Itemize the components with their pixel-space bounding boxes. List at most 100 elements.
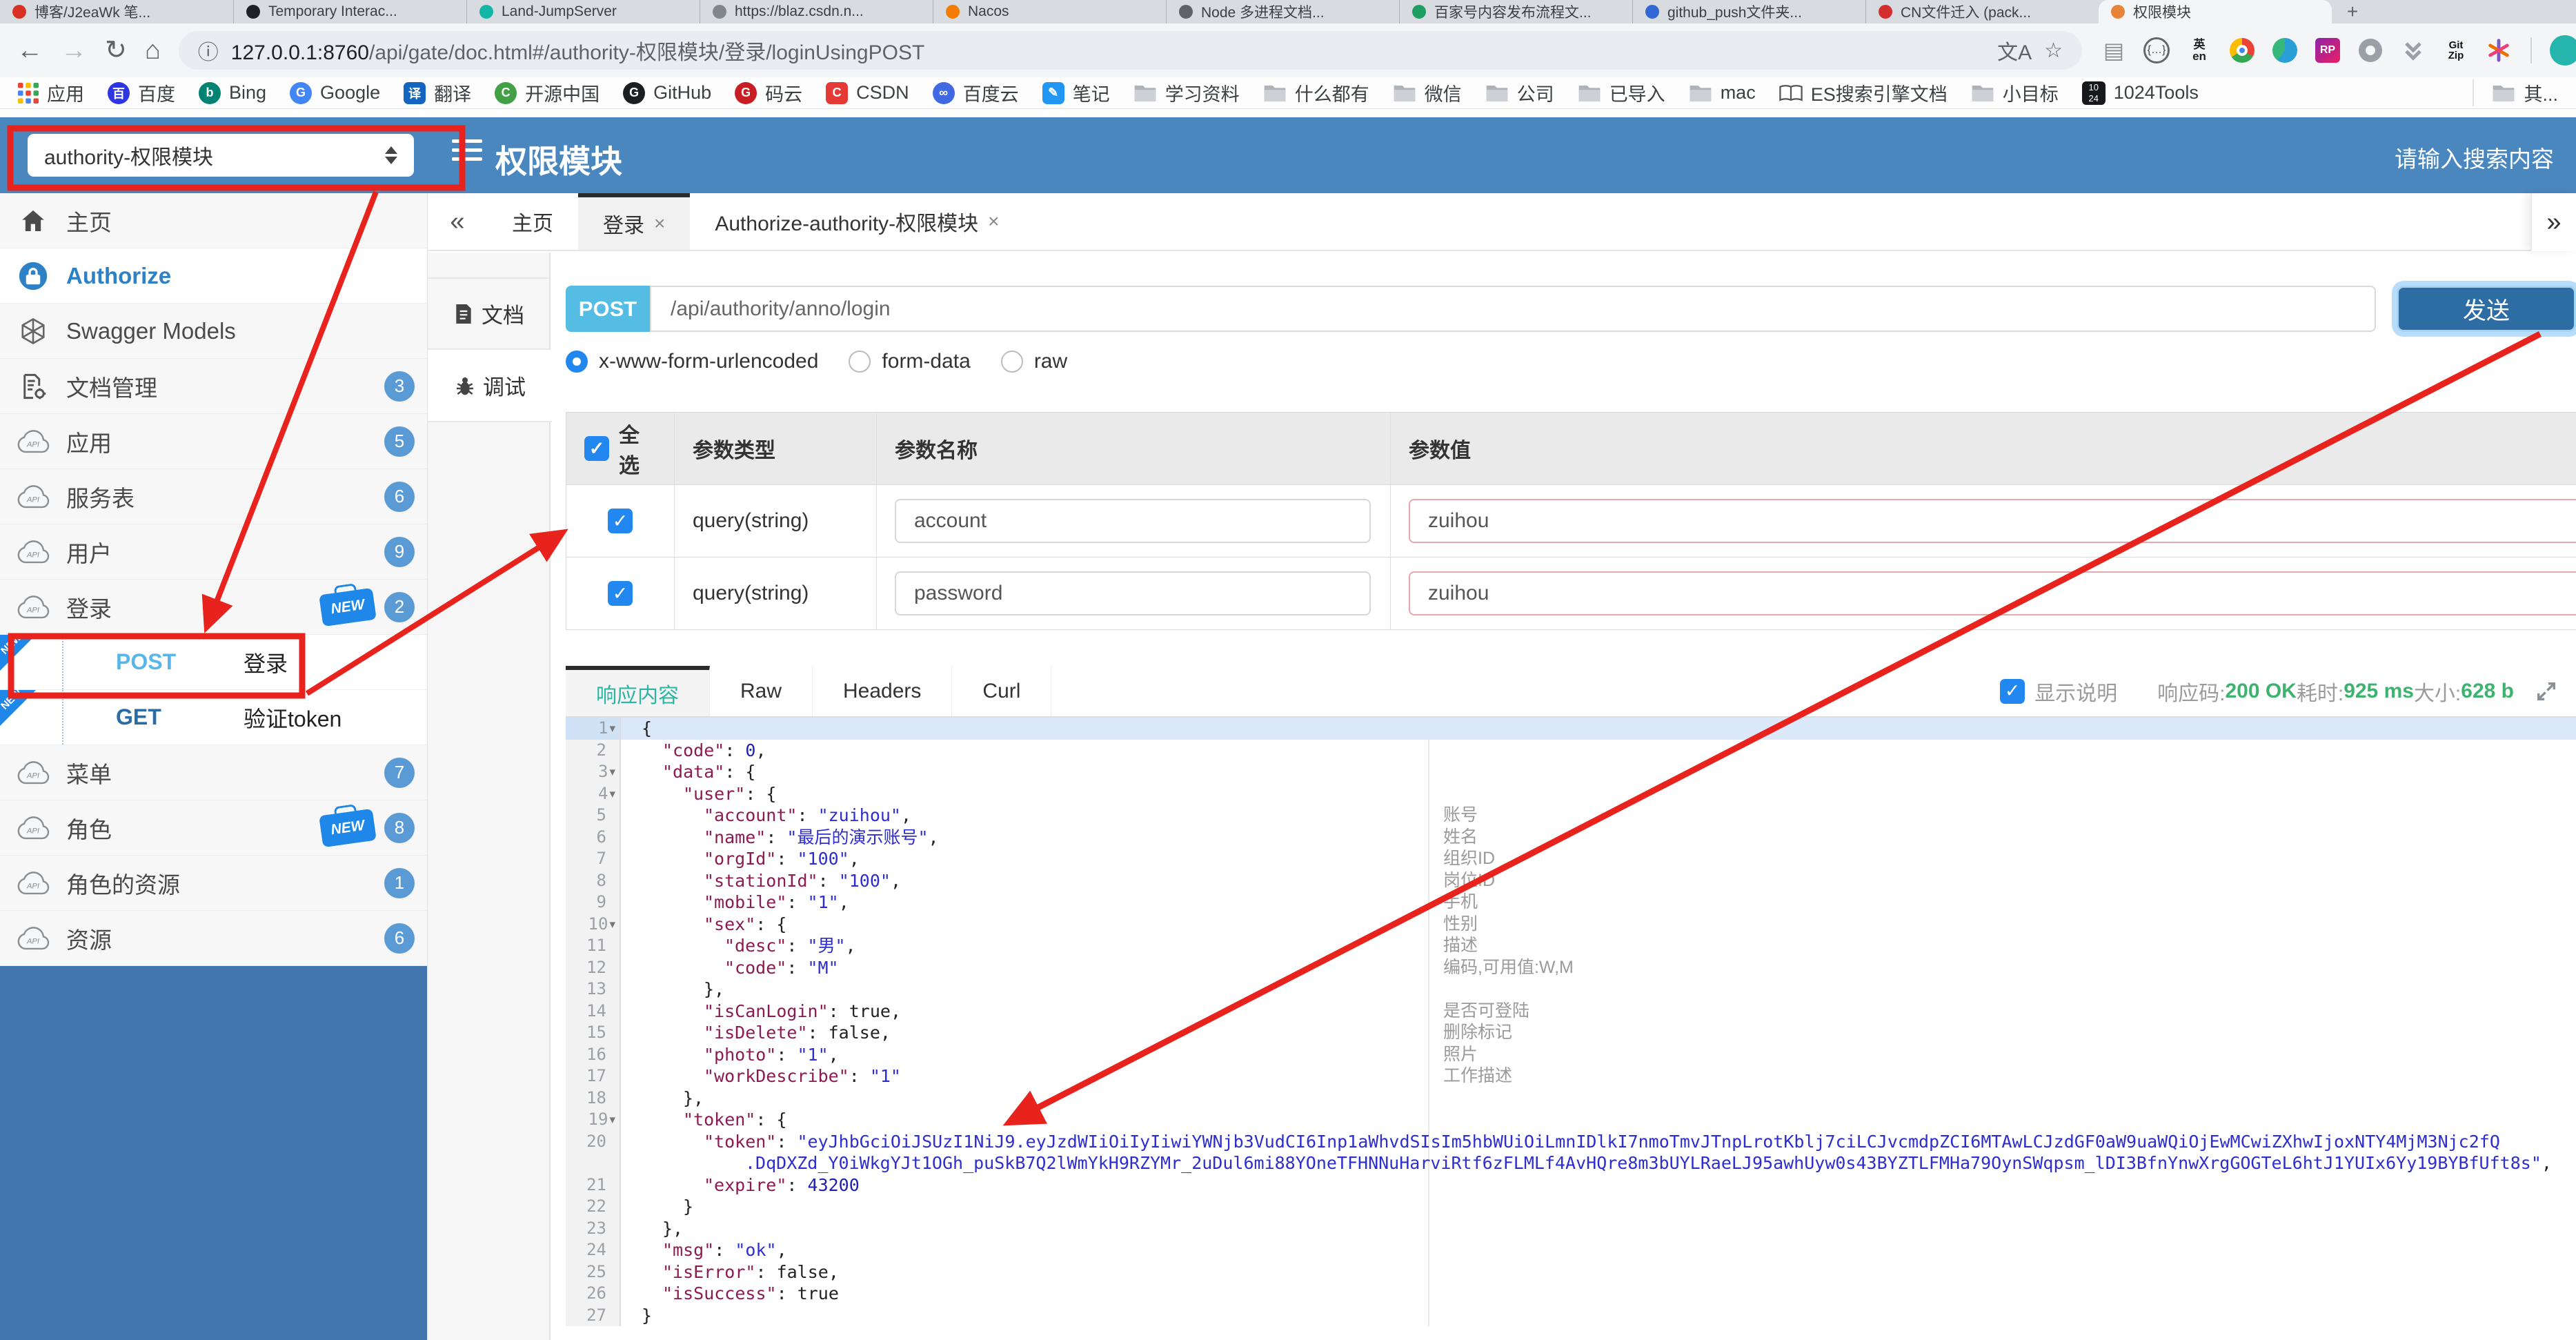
sidebar-item-Swagger Models[interactable]: Swagger Models bbox=[0, 304, 427, 359]
sidebar-item-应用[interactable]: API 应用 5 bbox=[0, 414, 427, 469]
response-body-editor[interactable]: 1 ▾ {2 "code": 0, 3 ▾ "data": {4 ▾ "user": {5 "ac… bbox=[566, 718, 2576, 1326]
sidebar-item-文档管理[interactable]: 文档管理 3 bbox=[0, 359, 427, 414]
response-tab-Raw[interactable]: Raw bbox=[710, 666, 813, 716]
bookmark-item[interactable]: 译翻译 bbox=[404, 79, 471, 106]
bookmark-item[interactable]: mac bbox=[1689, 82, 1756, 104]
line-number[interactable]: 6 bbox=[566, 826, 621, 848]
browser-tab[interactable]: 博客/J2eaWk 笔... bbox=[0, 0, 233, 23]
content-tab[interactable]: Authorize-authority-权限模块 × bbox=[690, 193, 1024, 250]
param-value-input[interactable] bbox=[1409, 499, 2576, 543]
content-tab[interactable]: 登录 × bbox=[578, 193, 691, 250]
bookmark-star-icon[interactable]: ☆ bbox=[2044, 39, 2063, 63]
page-icon[interactable]: ▤ bbox=[2100, 37, 2128, 64]
content-type-radio-form-data[interactable]: form-data bbox=[849, 350, 971, 373]
reload-icon[interactable]: ↻ bbox=[105, 37, 127, 63]
param-checkbox[interactable]: ✓ bbox=[608, 509, 633, 533]
bookmark-item[interactable]: C 开源中国 bbox=[495, 79, 600, 106]
line-number[interactable]: 24 bbox=[566, 1239, 621, 1261]
line-number[interactable]: 1 ▾ bbox=[566, 718, 621, 740]
browser-tab[interactable]: Nacos bbox=[933, 0, 1166, 23]
line-number[interactable]: 2 bbox=[566, 739, 621, 761]
line-number[interactable]: 9 bbox=[566, 891, 621, 914]
line-number[interactable]: 8 bbox=[566, 869, 621, 891]
line-number[interactable]: 5 bbox=[566, 805, 621, 827]
collapse-tabs-button[interactable]: « bbox=[428, 193, 487, 250]
globe-icon[interactable] bbox=[2271, 37, 2299, 64]
line-number[interactable]: 4 ▾ bbox=[566, 782, 621, 805]
line-number[interactable]: 22 bbox=[566, 1196, 621, 1218]
bookmark-item[interactable]: 微信 bbox=[1393, 79, 1462, 106]
fold-arrow-icon[interactable]: ▾ bbox=[609, 914, 615, 936]
sidebar-item-登录[interactable]: API 登录 NEW 2 bbox=[0, 580, 427, 635]
double-chevron-icon[interactable] bbox=[2399, 37, 2427, 64]
bookmark-item[interactable]: 小目标 bbox=[1971, 79, 2059, 106]
sidebar-item-用户[interactable]: API 用户 9 bbox=[0, 524, 427, 580]
line-number[interactable]: 13 bbox=[566, 978, 621, 1001]
show-description-toggle[interactable]: ✓ 显示说明 bbox=[2000, 676, 2117, 707]
bookmark-item[interactable]: C CSDN bbox=[826, 81, 909, 104]
fold-arrow-icon[interactable]: ▾ bbox=[609, 718, 615, 740]
fold-arrow-icon[interactable]: ▾ bbox=[609, 1109, 615, 1131]
profile-avatar[interactable] bbox=[2550, 35, 2576, 66]
bookmark-item[interactable]: 10 24 1024Tools bbox=[2081, 81, 2199, 105]
bookmark-item[interactable]: ∞ 百度云 bbox=[932, 79, 1019, 106]
radio-icon[interactable] bbox=[849, 351, 871, 373]
show-description-checkbox[interactable]: ✓ bbox=[2000, 678, 2025, 704]
content-type-radio-raw[interactable]: raw bbox=[1000, 350, 1067, 373]
sidebar-item-Authorize[interactable]: Authorize bbox=[0, 248, 427, 304]
response-tab-Headers[interactable]: Headers bbox=[813, 666, 953, 716]
line-number[interactable] bbox=[566, 1152, 621, 1174]
bookmark-item[interactable]: G 码云 bbox=[735, 79, 802, 106]
response-tab-响应内容[interactable]: 响应内容 bbox=[566, 666, 710, 716]
close-tab-icon[interactable]: × bbox=[988, 210, 999, 233]
request-url-input[interactable] bbox=[650, 286, 2376, 332]
line-number[interactable]: 21 bbox=[566, 1174, 621, 1196]
sidebar-item-角色的资源[interactable]: API 角色的资源 1 bbox=[0, 856, 427, 911]
param-name-input[interactable] bbox=[895, 499, 1371, 543]
line-number[interactable]: 14 bbox=[566, 1000, 621, 1022]
bookmark-item[interactable]: ES搜索引擎文档 bbox=[1779, 79, 1948, 106]
sidebar-item-服务表[interactable]: API 服务表 6 bbox=[0, 469, 427, 524]
sidebar-item-主页[interactable]: 主页 bbox=[0, 193, 427, 248]
bookmark-item[interactable]: ✎ 笔记 bbox=[1042, 79, 1110, 106]
radio-icon[interactable] bbox=[1000, 351, 1023, 373]
new-tab-button[interactable]: + bbox=[2332, 0, 2373, 23]
send-button[interactable]: 发送 bbox=[2397, 286, 2576, 332]
param-value-input[interactable] bbox=[1409, 571, 2576, 615]
browser-tab[interactable]: Node 多进程文档... bbox=[1166, 0, 1399, 23]
param-name-input[interactable] bbox=[895, 571, 1371, 615]
home-icon[interactable]: ⌂ bbox=[145, 37, 161, 63]
bookmark-item[interactable]: 什么都有 bbox=[1263, 79, 1369, 106]
browser-tab[interactable]: 权限模块 bbox=[2099, 0, 2332, 23]
sidebar-item-菜单[interactable]: API 菜单 7 bbox=[0, 745, 427, 800]
browser-tab[interactable]: CN文件迁入 (pack... bbox=[1865, 0, 2099, 23]
line-number[interactable]: 18 bbox=[566, 1087, 621, 1109]
content-type-radio-x-www-form-urlencoded[interactable]: x-www-form-urlencoded bbox=[566, 350, 818, 373]
ring-icon[interactable] bbox=[2357, 37, 2384, 64]
browser-tab[interactable]: 百家号内容发布流程文... bbox=[1399, 0, 1632, 23]
browser-tab[interactable]: github_push文件夹... bbox=[1632, 0, 1865, 23]
expand-response-icon[interactable] bbox=[2535, 680, 2558, 703]
param-checkbox[interactable]: ✓ bbox=[608, 581, 633, 606]
radio-icon[interactable] bbox=[566, 351, 588, 373]
bookmark-item[interactable]: 其... bbox=[2492, 79, 2558, 106]
bookmarks-overflow[interactable]: 其... bbox=[2473, 79, 2558, 106]
bookmark-item[interactable]: 学习资料 bbox=[1133, 79, 1240, 106]
tab-文档[interactable]: 文档 bbox=[428, 277, 549, 350]
fold-arrow-icon[interactable]: ▾ bbox=[609, 783, 615, 805]
address-bar[interactable]: ⓘ 127.0.0.1:8760/api/gate/doc.html#/auth… bbox=[178, 31, 2082, 70]
sidebar-item-资源[interactable]: API 资源 6 bbox=[0, 911, 427, 966]
browser-tab[interactable]: Temporary Interac... bbox=[233, 0, 466, 23]
browser-tab[interactable]: https://blaz.csdn.n... bbox=[700, 0, 933, 23]
bookmark-item[interactable]: G GitHub bbox=[623, 81, 711, 104]
line-number[interactable]: 17 bbox=[566, 1065, 621, 1087]
tab-调试[interactable]: 调试 bbox=[428, 350, 552, 422]
bookmark-item[interactable]: 公司 bbox=[1485, 79, 1554, 106]
chrome-icon[interactable] bbox=[2228, 37, 2256, 64]
bookmark-item[interactable]: G Google bbox=[290, 81, 380, 104]
bookmark-item[interactable]: b Bing bbox=[199, 81, 266, 104]
close-tab-icon[interactable]: × bbox=[654, 213, 665, 235]
line-number[interactable]: 25 bbox=[566, 1261, 621, 1283]
line-number[interactable]: 27 bbox=[566, 1304, 621, 1326]
select-all-checkbox[interactable]: ✓ bbox=[584, 436, 609, 461]
